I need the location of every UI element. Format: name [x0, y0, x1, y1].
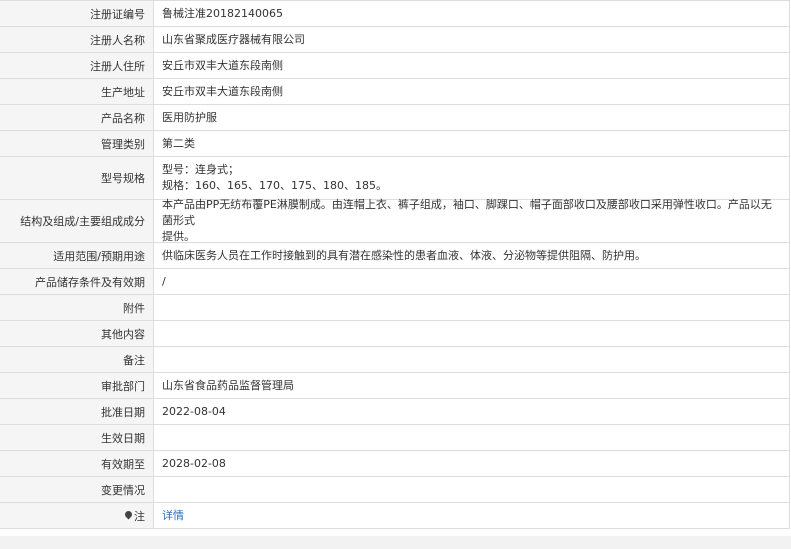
row-other-content: 其他内容: [0, 321, 789, 347]
row-label: 变更情况: [0, 477, 154, 502]
row-label: 备注: [0, 347, 154, 372]
row-management-category: 管理类别 第二类: [0, 131, 789, 157]
row-label: 管理类别: [0, 131, 154, 156]
row-label: 批准日期: [0, 399, 154, 424]
bottom-scroll-area: [0, 536, 791, 549]
row-value: 第二类: [162, 136, 195, 150]
row-registrant-address: 注册人住所 安丘市双丰大道东段南侧: [0, 53, 789, 79]
row-value: 医用防护服: [162, 110, 217, 124]
row-label: 产品名称: [0, 105, 154, 130]
row-change-history: 变更情况: [0, 477, 789, 503]
row-value: [154, 347, 789, 372]
note-label-text: 注: [134, 509, 145, 523]
row-value: [154, 295, 789, 320]
spec-line: 规格：160、165、170、175、180、185。: [162, 179, 387, 192]
row-storage-validity: 产品储存条件及有效期 /: [0, 269, 789, 295]
row-note: 注 详情: [0, 503, 789, 529]
registration-details-table: 注册证编号 鲁械注准20182140065 注册人名称 山东省聚成医疗器械有限公…: [0, 0, 790, 529]
row-label: 附件: [0, 295, 154, 320]
row-value: 山东省聚成医疗器械有限公司: [162, 32, 305, 46]
row-approval-date: 批准日期 2022-08-04: [0, 399, 789, 425]
model-line: 型号：连身式；: [162, 163, 239, 176]
row-label: 审批部门: [0, 373, 154, 398]
row-label: 生产地址: [0, 79, 154, 104]
row-value: 安丘市双丰大道东段南侧: [162, 84, 283, 98]
row-label: 注: [0, 503, 154, 528]
row-effective-date: 生效日期: [0, 425, 789, 451]
row-label: 产品储存条件及有效期: [0, 269, 154, 294]
row-value: 详情: [154, 503, 789, 528]
row-label: 注册人住所: [0, 53, 154, 78]
row-label: 生效日期: [0, 425, 154, 450]
row-value: 山东省食品药品监督管理局: [162, 378, 294, 392]
composition-line-1: 本产品由PP无纺布覆PE淋膜制成。由连帽上衣、裤子组成，袖口、脚踝口、帽子面部收…: [162, 198, 772, 227]
row-value: [154, 425, 789, 450]
row-label: 型号规格: [0, 157, 154, 199]
row-label: 有效期至: [0, 451, 154, 476]
row-value: 本产品由PP无纺布覆PE淋膜制成。由连帽上衣、裤子组成，袖口、脚踝口、帽子面部收…: [154, 198, 789, 243]
row-label: 注册人名称: [0, 27, 154, 52]
row-label: 其他内容: [0, 321, 154, 346]
row-production-address: 生产地址 安丘市双丰大道东段南侧: [0, 79, 789, 105]
row-value: [154, 321, 789, 346]
row-value: 安丘市双丰大道东段南侧: [162, 58, 283, 72]
row-value: 型号：连身式； 规格：160、165、170、175、180、185。: [154, 157, 789, 199]
row-value: 供临床医务人员在工作时接触到的具有潜在感染性的患者血液、体液、分泌物等提供阻隔、…: [162, 248, 646, 262]
row-structure-composition: 结构及组成/主要组成成分 本产品由PP无纺布覆PE淋膜制成。由连帽上衣、裤子组成…: [0, 198, 789, 243]
row-product-name: 产品名称 医用防护服: [0, 105, 789, 131]
row-value: /: [162, 274, 166, 288]
row-attachment: 附件: [0, 295, 789, 321]
row-intended-use: 适用范围/预期用途 供临床医务人员在工作时接触到的具有潜在感染性的患者血液、体液…: [0, 243, 789, 269]
pin-icon: [123, 509, 134, 520]
row-approval-department: 审批部门 山东省食品药品监督管理局: [0, 373, 789, 399]
row-value: 2028-02-08: [162, 456, 226, 470]
row-value: [154, 477, 789, 502]
details-link[interactable]: 详情: [162, 509, 184, 522]
row-value: 2022-08-04: [162, 404, 226, 418]
row-label: 适用范围/预期用途: [0, 243, 154, 268]
row-remarks: 备注: [0, 347, 789, 373]
row-label: 注册证编号: [0, 1, 154, 26]
row-expiry-date: 有效期至 2028-02-08: [0, 451, 789, 477]
row-label: 结构及组成/主要组成成分: [0, 200, 154, 242]
row-registrant-name: 注册人名称 山东省聚成医疗器械有限公司: [0, 27, 789, 53]
row-value: 鲁械注准20182140065: [162, 6, 283, 20]
row-registration-number: 注册证编号 鲁械注准20182140065: [0, 1, 789, 27]
row-model-spec: 型号规格 型号：连身式； 规格：160、165、170、175、180、185。: [0, 157, 789, 200]
